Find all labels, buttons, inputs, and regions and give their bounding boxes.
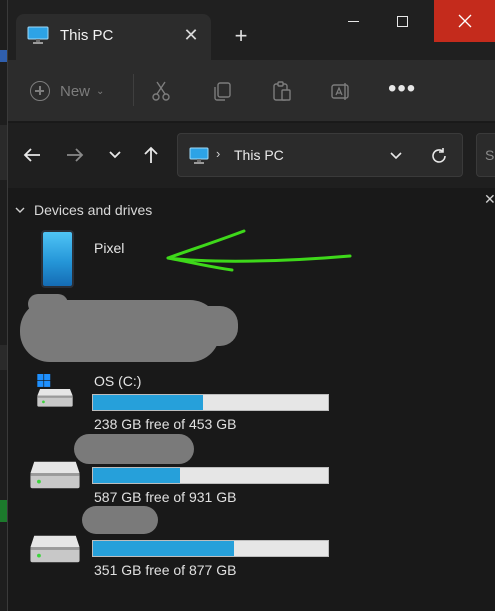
breadcrumb-this-pc[interactable]: This PC [234, 147, 284, 163]
command-bar: New ⌄ ••• [8, 60, 495, 122]
new-tab-button[interactable]: + [229, 24, 253, 48]
computer-icon [189, 147, 209, 164]
chevron-down-icon: ⌄ [96, 85, 105, 97]
drive-os-c[interactable]: OS (C:) 238 GB free of 453 GB [8, 370, 348, 434]
drive-name: OS (C:) [94, 373, 142, 389]
breadcrumb-separator[interactable]: › [216, 146, 220, 161]
device-pixel[interactable]: Pixel [8, 188, 348, 298]
redaction-scribble [148, 306, 238, 346]
search-input[interactable]: S [476, 133, 495, 177]
redaction-scribble [74, 434, 194, 464]
content-area: Devices and drives Pixel OS (C:) 238 GB … [8, 188, 495, 611]
device-name: Pixel [94, 240, 125, 256]
copy-icon[interactable] [211, 80, 233, 102]
drive-free-space: 587 GB free of 931 GB [94, 489, 237, 505]
drive-3[interactable]: 351 GB free of 877 GB [8, 506, 348, 582]
up-button[interactable] [139, 143, 163, 167]
close-window-button[interactable] [434, 0, 495, 42]
arrow-up-icon [144, 146, 158, 163]
address-history-chevron-icon[interactable] [388, 148, 404, 164]
drive-usage-fill [93, 395, 204, 410]
drive-usage-fill [93, 541, 234, 556]
redaction-scribble [28, 294, 68, 314]
redacted-device[interactable] [8, 288, 348, 363]
arrow-left-icon [23, 148, 40, 162]
tab-this-pc[interactable]: This PC ✕ [16, 14, 211, 60]
chevron-down-icon [109, 151, 121, 159]
windows-drive-icon [37, 374, 73, 407]
refresh-icon[interactable] [429, 146, 449, 166]
navigation-bar: › This PC S [8, 123, 495, 188]
tab-title: This PC [60, 27, 114, 44]
close-icon [458, 14, 472, 28]
minimize-icon [347, 20, 359, 22]
address-bar[interactable]: › This PC [177, 133, 463, 177]
toolbar-divider [133, 74, 134, 106]
drive-usage-bar [92, 540, 329, 557]
minimize-button[interactable] [330, 0, 376, 42]
search-placeholder: S [485, 147, 495, 163]
drive-free-space: 351 GB free of 877 GB [94, 562, 237, 578]
drive-usage-fill [93, 468, 180, 483]
forward-button[interactable] [63, 143, 87, 167]
cut-icon[interactable] [150, 80, 172, 102]
phone-icon [41, 230, 74, 288]
arrow-right-icon [67, 148, 84, 162]
more-options-button[interactable]: ••• [388, 77, 416, 101]
drive-icon [30, 535, 80, 563]
drive-2[interactable]: 587 GB free of 931 GB [8, 434, 348, 508]
paste-icon[interactable] [271, 80, 293, 102]
rename-icon[interactable] [330, 80, 352, 102]
new-label: New [60, 82, 91, 100]
back-button[interactable] [20, 143, 44, 167]
close-icon[interactable]: ✕ [484, 191, 495, 208]
close-tab-button[interactable]: ✕ [182, 23, 200, 47]
drive-usage-bar [92, 394, 329, 411]
recent-locations-button[interactable] [103, 143, 127, 167]
redaction-scribble [82, 506, 158, 534]
new-button[interactable]: New ⌄ [30, 78, 104, 104]
drive-free-space: 238 GB free of 453 GB [94, 416, 237, 432]
drive-icon [30, 461, 80, 489]
plus-icon [30, 81, 50, 101]
title-bar: This PC ✕ + [8, 0, 495, 60]
computer-icon [27, 26, 49, 44]
maximize-button[interactable] [379, 0, 425, 42]
file-explorer-window: This PC ✕ + New ⌄ ••• › This PC S Device… [7, 0, 495, 611]
maximize-icon [396, 15, 408, 27]
drive-usage-bar [92, 467, 329, 484]
